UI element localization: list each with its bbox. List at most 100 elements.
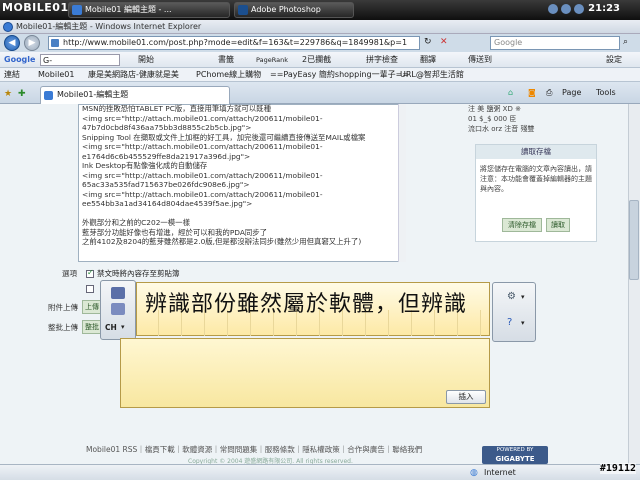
google-bookmarks-button[interactable]: 書籤 — [218, 54, 234, 66]
gigabyte-sponsor-logo[interactable]: POWERED BY GIGABYTE — [482, 446, 548, 464]
google-start-button[interactable]: 開始 — [138, 54, 154, 66]
tray-icon[interactable] — [561, 4, 571, 14]
settings-gear-icon[interactable]: ⚙ — [507, 291, 516, 302]
load-draft-button[interactable]: 讀取 — [546, 218, 570, 232]
editor-line: Snipping Tool 在擷取或文件上加框的好工具，加完後還可繼續直接傳送至… — [82, 132, 366, 142]
spellcheck-button[interactable]: 拼字檢查 — [366, 54, 398, 66]
ime-writing-pad[interactable] — [120, 338, 490, 408]
address-input[interactable]: http://www.mobile01.com/post.php?mode=ed… — [48, 36, 420, 50]
help-icon[interactable]: ? — [507, 317, 512, 328]
window-title: Mobile01-編輯主題 - Windows Internet Explore… — [16, 22, 202, 31]
image-stamp: #19112 — [599, 463, 636, 474]
ime-side-panel: ⚙ ▾ ? ▾ — [492, 282, 536, 342]
feed-icon[interactable]: ◙ — [528, 88, 536, 97]
link-cosmed[interactable]: 康是美網路店-健康就是美 — [88, 69, 179, 81]
globe-icon: ◍ — [470, 468, 478, 478]
writing-pad-icon[interactable] — [111, 303, 125, 315]
search-icon[interactable]: ⌕ — [623, 37, 628, 47]
tab-mobile01[interactable]: Mobile01-編輯主題 — [40, 86, 230, 104]
google-brand: Google — [4, 55, 36, 64]
tray-icon[interactable] — [548, 4, 558, 14]
clear-draft-button[interactable]: 清除存檔 — [502, 218, 542, 232]
editor-line: 之前4102及8204的藍芽雖然都是2.0版,但是都沒辦法同步(雖然少用但真窘又… — [82, 237, 362, 246]
ime-insert-button[interactable]: 插入 — [446, 390, 486, 404]
forward-button[interactable]: ▶ — [24, 35, 40, 51]
link-payeasy[interactable]: ==PayEasy 簡約shopping一輩子== — [270, 69, 409, 81]
refresh-icon[interactable]: ↻ — [424, 37, 432, 47]
attachment-upload-button[interactable]: 上傳 — [82, 300, 102, 314]
footer-links[interactable]: Mobile01 RSS｜檔頁下載｜軟體資源｜常問問題集｜服務條款｜隱私權政策｜… — [86, 444, 422, 455]
page-menu[interactable]: Page — [562, 88, 581, 97]
print-icon[interactable]: ⎙ — [546, 88, 552, 98]
add-favorite-icon[interactable]: ✚ — [18, 89, 26, 99]
option-checkbox-label: 禁文時將內容存至剪貼簿 — [97, 269, 180, 278]
input-language-label[interactable]: CH — [105, 323, 117, 332]
system-tray — [548, 4, 588, 16]
emoticon-row[interactable]: 注 美 鹽粥 XD ※ — [468, 104, 596, 114]
page-scrollbar[interactable] — [628, 104, 640, 464]
draft-panel-text: 將您儲存在電腦的文章內容讀出，請注意：本功能會覆蓋掉編輯器的主題與內容。 — [480, 165, 592, 193]
link-url[interactable]: URL@智邦生活館 — [400, 69, 464, 81]
editor-line: <img src="http://attach.mobile01.com/att… — [82, 113, 323, 123]
option-checkbox-2[interactable] — [86, 284, 97, 293]
google-search-input[interactable]: G- — [40, 54, 120, 66]
taskbar: MOBILE01 Mobile01 編輯主題 - ... Adobe Photo… — [0, 0, 640, 20]
translate-button[interactable]: 翻譯 — [420, 54, 436, 66]
taskbar-button-label: Mobile01 編輯主題 - ... — [85, 5, 172, 14]
editor-line: 65ac33a535fad715637be026fdc908e6.jpg"> — [82, 180, 250, 189]
taskbar-button-label: Adobe Photoshop — [251, 5, 321, 14]
emoticon-panel: 注 美 鹽粥 XD ※ 01 $_$ 000 臣 流口水 orz 注音 殘雙 — [468, 104, 596, 138]
emoticon-row[interactable]: 流口水 orz 注音 殘雙 — [468, 124, 596, 134]
tools-menu[interactable]: Tools — [596, 88, 616, 97]
tab-label: Mobile01-編輯主題 — [57, 90, 129, 99]
emoticon-row[interactable]: 01 $_$ 000 臣 — [468, 114, 596, 124]
pagerank-indicator: PageRank — [256, 56, 288, 64]
link-pchome[interactable]: PChome線上購物 — [196, 69, 261, 81]
taskbar-button-ie[interactable]: Mobile01 編輯主題 - ... — [68, 2, 230, 18]
draft-panel-title: 讀取存檔 — [476, 145, 596, 159]
clock: 21:23 — [588, 3, 620, 14]
editor-line: Ink Desktop有點像強化成的自動儲存 — [82, 161, 208, 170]
editor-scrollbar[interactable] — [398, 104, 406, 262]
links-label: 連結 — [4, 70, 20, 79]
stop-icon[interactable]: ✕ — [440, 37, 448, 47]
batch-upload-button[interactable]: 整批 — [82, 320, 102, 334]
send-to-button[interactable]: 傳送到 — [468, 54, 492, 66]
option-checkbox[interactable] — [86, 268, 94, 278]
search-input[interactable]: Google — [490, 36, 620, 50]
options-label: 選項 — [62, 269, 77, 278]
editor-line: MSN的挫敗恐怕TABLET PC版，直接用筆填方就可以既種 — [82, 104, 271, 113]
page-scrollbar-thumb[interactable] — [629, 200, 639, 280]
dropdown-arrow-icon[interactable]: ▾ — [521, 293, 525, 301]
sponsor-caption: POWERED BY — [496, 447, 534, 453]
settings-button[interactable]: 設定 — [606, 54, 622, 66]
link-mobile01[interactable]: Mobile01 — [38, 69, 74, 81]
ie-icon — [72, 5, 82, 15]
ime-toolbar: CH ▾ — [100, 280, 136, 340]
editor-line: 外觀部分和之前的C202一模一樣 — [82, 218, 190, 227]
status-bar: ◍ Internet — [0, 464, 640, 480]
dropdown-arrow-icon[interactable]: ▾ — [521, 319, 525, 327]
tray-icon[interactable] — [574, 4, 584, 14]
photoshop-icon — [238, 5, 248, 15]
post-editor-text: MSN的挫敗恐怕TABLET PC版，直接用筆填方就可以既種 <img src="… — [82, 104, 400, 247]
options-row: 禁文時將內容存至剪貼簿 — [86, 268, 180, 279]
favorites-star-icon[interactable]: ★ — [4, 89, 12, 99]
editor-line: e1764d6c6b455529ffe8da21917a396d.jpg"> — [82, 151, 251, 161]
keyboard-icon[interactable] — [111, 287, 125, 299]
tab-bar: ★ ✚ Mobile01-編輯主題 ⌂ ◙ ⎙ Page Tools — [0, 82, 640, 104]
home-icon[interactable]: ⌂ — [508, 88, 513, 97]
editor-line: <img src="http://attach.mobile01.com/att… — [82, 170, 323, 180]
back-button[interactable]: ◀ — [4, 35, 20, 51]
editor-line: 藍芽部分功能好像也有增進，經於可以和我的PDA同步了 — [82, 227, 268, 237]
taskbar-button-photoshop[interactable]: Adobe Photoshop — [234, 2, 354, 18]
editor-line: ee554bb3a1ad34164d804dae4539f5ae.jpg"> — [82, 199, 253, 208]
mobile01-logo: MOBILE01 — [2, 1, 69, 14]
address-bar-row: ◀ ▶ http://www.mobile01.com/post.php?mod… — [0, 34, 640, 52]
attachment-label: 附件上傳 — [48, 303, 78, 312]
dropdown-arrow-icon[interactable]: ▾ — [121, 323, 125, 331]
security-zone: Internet — [484, 468, 516, 477]
popup-blocker-button[interactable]: 2已攔截 — [302, 54, 331, 66]
editor-line: <img src="http://attach.mobile01.com/att… — [82, 142, 323, 151]
ime-recognized-text: 辨識部份雖然屬於軟體，但辨識 — [145, 292, 468, 317]
